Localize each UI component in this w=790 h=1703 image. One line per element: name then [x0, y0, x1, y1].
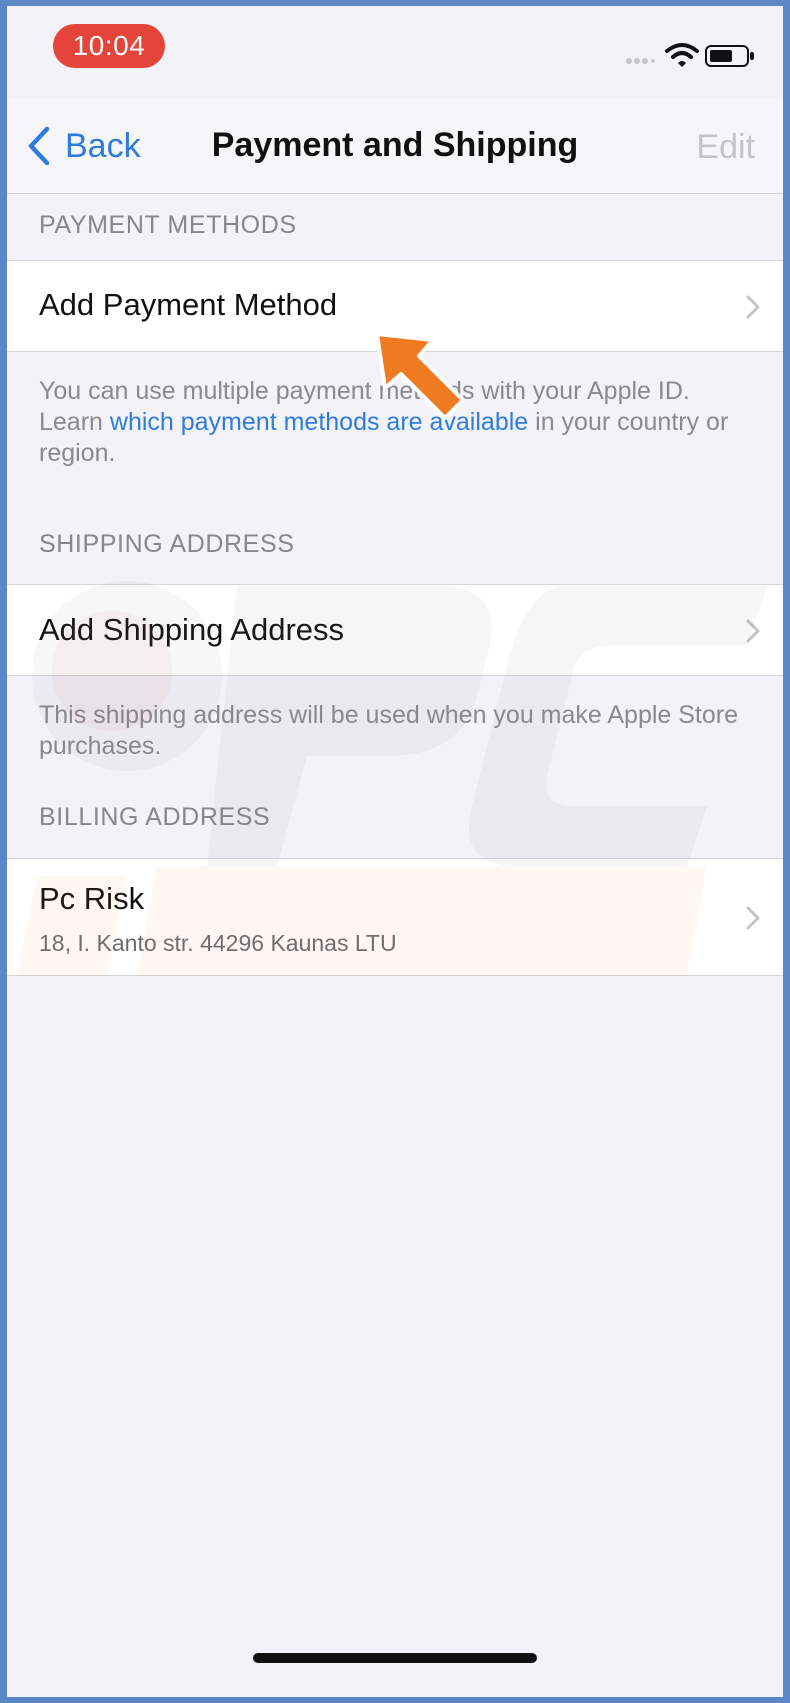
billing-address-text: 18, I. Kanto str. 44296 Kaunas LTU [39, 930, 397, 956]
chevron-right-icon [746, 295, 760, 319]
shipping-address-footer: This shipping address will be used when … [39, 701, 739, 760]
billing-address-header: BILLING ADDRESS [39, 803, 271, 831]
battery-icon [705, 45, 754, 67]
navigation-bar: Back Payment and Shipping Edit [7, 98, 783, 194]
edit-button[interactable]: Edit [696, 128, 755, 167]
billing-address-cell[interactable]: Pc Risk 18, I. Kanto str. 44296 Kaunas L… [7, 858, 783, 976]
home-indicator[interactable] [253, 1653, 537, 1663]
status-time: 10:04 [53, 24, 165, 68]
billing-name: Pc Risk [39, 881, 145, 916]
chevron-right-icon [746, 619, 760, 643]
chevron-right-icon [746, 906, 760, 930]
add-payment-method-label: Add Payment Method [39, 287, 338, 322]
payment-methods-header: PAYMENT METHODS [39, 211, 297, 239]
add-shipping-address-cell[interactable]: Add Shipping Address [7, 584, 783, 676]
wifi-icon [665, 43, 699, 67]
add-shipping-address-label: Add Shipping Address [39, 612, 345, 647]
status-bar: 10:04 [7, 6, 783, 98]
page-title: Payment and Shipping [211, 126, 579, 164]
cellular-signal-icon [626, 58, 655, 64]
annotation-arrow-icon [375, 332, 465, 420]
shipping-address-header: SHIPPING ADDRESS [39, 530, 295, 558]
phone-screen: 10:04 Back Payment and Shipping Edit PAY… [7, 6, 783, 1697]
